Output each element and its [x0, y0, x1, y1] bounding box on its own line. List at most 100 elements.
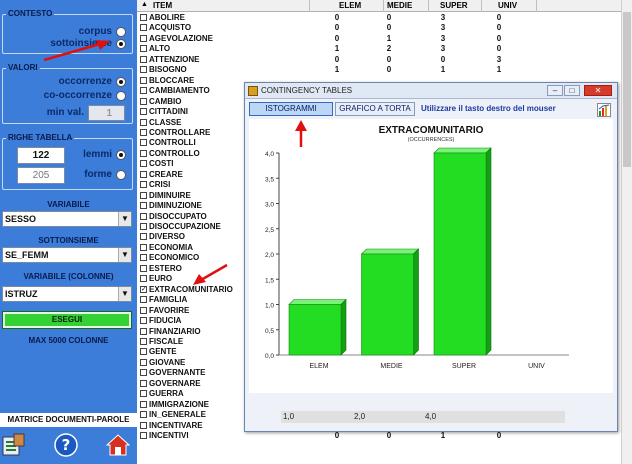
- row-checkbox[interactable]: [140, 254, 147, 262]
- vertical-scrollbar[interactable]: [621, 0, 632, 464]
- row-checkbox[interactable]: [140, 139, 147, 147]
- home-icon[interactable]: [106, 433, 130, 457]
- row-cell-super: 3: [440, 33, 446, 43]
- row-checkbox[interactable]: ✓: [140, 285, 147, 293]
- row-item-name: GIOVANE: [149, 357, 186, 367]
- row-checkbox[interactable]: [140, 76, 147, 84]
- row-checkbox[interactable]: [140, 108, 147, 116]
- row-checkbox[interactable]: [140, 118, 147, 126]
- row-checkbox[interactable]: [140, 337, 147, 345]
- row-checkbox[interactable]: [140, 348, 147, 356]
- x-tick-label: ELEM: [309, 363, 328, 370]
- row-checkbox[interactable]: [140, 202, 147, 210]
- min-val-spinner[interactable]: 1: [88, 105, 125, 121]
- table-row[interactable]: ALTO 1 2 3 0: [137, 44, 621, 55]
- header-item[interactable]: ITEM: [153, 1, 172, 10]
- close-button[interactable]: ✕: [584, 85, 612, 96]
- variabile-colonne-value: ISTRUZ: [5, 289, 38, 299]
- variabile-select[interactable]: SESSO ▼: [2, 211, 132, 227]
- row-checkbox[interactable]: [140, 421, 147, 429]
- row-checkbox[interactable]: [140, 212, 147, 220]
- tab-istogrammi[interactable]: ISTOGRAMMI: [249, 102, 333, 116]
- contesto-title: CONTESTO: [6, 9, 55, 18]
- table-row[interactable]: INCENTIVI 0 0 1 0: [137, 431, 621, 442]
- row-item-name: EURO: [149, 274, 173, 284]
- table-row[interactable]: ACQUISTO 0 0 3 0: [137, 23, 621, 34]
- row-cell-medie: 1: [386, 33, 392, 43]
- header-elem[interactable]: ELEM: [339, 1, 361, 10]
- bar-top: [288, 299, 347, 305]
- row-checkbox[interactable]: [140, 243, 147, 251]
- row-checkbox[interactable]: [140, 24, 147, 32]
- esegui-button[interactable]: ESEGUI: [2, 311, 132, 329]
- row-checkbox[interactable]: [140, 432, 147, 439]
- header-medie[interactable]: MEDIE: [387, 1, 412, 10]
- export-excel-icon[interactable]: [2, 433, 26, 457]
- control-panel: CONTESTO corpus sottoinsieme VALORI occo…: [0, 0, 137, 464]
- occorrenze-radio[interactable]: [116, 77, 126, 87]
- row-checkbox[interactable]: [140, 14, 147, 21]
- row-checkbox[interactable]: [140, 181, 147, 189]
- max-columns-label: MAX 5000 COLONNE: [28, 336, 109, 345]
- row-cell-univ: 3: [496, 54, 502, 64]
- sottoinsieme-select[interactable]: SE_FEMM ▼: [2, 247, 132, 263]
- chart-icon[interactable]: [597, 103, 611, 117]
- row-checkbox[interactable]: [140, 306, 147, 314]
- row-checkbox[interactable]: [140, 160, 147, 168]
- row-checkbox[interactable]: [140, 390, 147, 398]
- row-checkbox[interactable]: [140, 327, 147, 335]
- corpus-radio[interactable]: [116, 27, 126, 37]
- y-tick-label: 2,5: [265, 227, 274, 234]
- corpus-label: corpus: [78, 26, 112, 37]
- header-univ[interactable]: UNIV: [498, 1, 517, 10]
- row-checkbox[interactable]: [140, 379, 147, 387]
- row-checkbox[interactable]: [140, 317, 147, 325]
- row-cell-elem: 0: [334, 13, 340, 22]
- row-checkbox[interactable]: [140, 149, 147, 157]
- row-checkbox[interactable]: [140, 358, 147, 366]
- table-row[interactable]: AGEVOLAZIONE 0 1 3 0: [137, 34, 621, 45]
- variabile-colonne-select[interactable]: ISTRUZ ▼: [2, 286, 132, 302]
- row-checkbox[interactable]: [140, 45, 147, 53]
- table-row[interactable]: BISOGNO 1 0 1 1: [137, 65, 621, 76]
- minimize-button[interactable]: –: [547, 85, 563, 96]
- row-checkbox[interactable]: [140, 275, 147, 283]
- chart-title: EXTRACOMUNITARIO: [379, 125, 484, 136]
- header-super[interactable]: SUPER: [440, 1, 468, 10]
- row-checkbox[interactable]: [140, 97, 147, 105]
- help-icon[interactable]: ?: [54, 433, 78, 457]
- row-checkbox[interactable]: [140, 34, 147, 42]
- chart-subtitle: (OCCURRENCES): [408, 137, 455, 143]
- hint-text: Utilizzare il tasto destro del mouser: [421, 104, 556, 113]
- row-checkbox[interactable]: [140, 191, 147, 199]
- maximize-button[interactable]: □: [564, 85, 580, 96]
- row-item-name: IN_GENERALE: [149, 410, 206, 420]
- table-row[interactable]: ATTENZIONE 0 0 0 3: [137, 55, 621, 66]
- row-item-name: CAMBIO: [149, 96, 182, 106]
- row-checkbox[interactable]: [140, 400, 147, 408]
- row-checkbox[interactable]: [140, 223, 147, 230]
- row-checkbox[interactable]: [140, 296, 147, 304]
- bar-side: [413, 248, 419, 356]
- min-val-label: min val.: [46, 107, 84, 118]
- row-checkbox[interactable]: [140, 411, 147, 419]
- row-checkbox[interactable]: [140, 233, 147, 241]
- row-checkbox[interactable]: [140, 128, 147, 136]
- co-occorrenze-radio[interactable]: [116, 91, 126, 101]
- row-checkbox[interactable]: [140, 66, 147, 74]
- row-checkbox[interactable]: [140, 55, 147, 63]
- row-checkbox[interactable]: [140, 87, 147, 95]
- lemmi-radio[interactable]: [116, 150, 126, 160]
- matrix-documenti-parole-button[interactable]: MATRICE DOCUMENTI-PAROLE: [0, 413, 137, 427]
- tab-grafico-a-torta[interactable]: GRAFICO A TORTA: [335, 102, 415, 116]
- sottoinsieme-radio[interactable]: [116, 39, 126, 49]
- row-item-name: FINANZIARIO: [149, 326, 201, 336]
- row-cell-medie: 0: [386, 23, 392, 33]
- forme-radio[interactable]: [116, 170, 126, 180]
- y-tick-label: 3,0: [265, 202, 274, 209]
- table-row[interactable]: ABOLIRE 0 0 3 0: [137, 13, 621, 24]
- row-checkbox[interactable]: [140, 170, 147, 178]
- row-checkbox[interactable]: [140, 369, 147, 377]
- row-checkbox[interactable]: [140, 264, 147, 272]
- scrollbar-thumb[interactable]: [623, 12, 631, 167]
